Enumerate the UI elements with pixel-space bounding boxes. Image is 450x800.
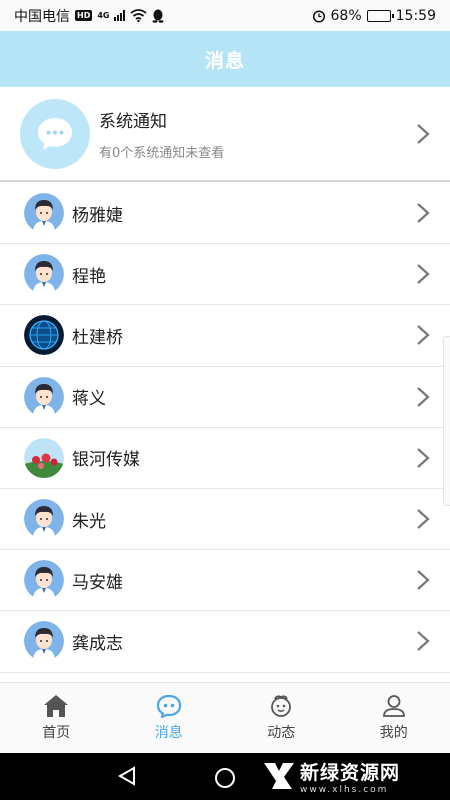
contact-name: 龚成志 <box>72 633 123 654</box>
contact-list: 杨雅婕程艳杜建桥蒋义银河传媒朱光马安雄龚成志 <box>0 183 450 673</box>
contact-row[interactable]: 龚成志 <box>0 611 450 673</box>
avatar <box>24 499 64 540</box>
chevron-right-icon <box>417 448 430 468</box>
contact-row[interactable]: 程艳 <box>0 244 450 306</box>
bottom-tab-bar: 首页 消息 动态 我的 <box>0 682 450 753</box>
chat-bubble-icon <box>20 98 90 169</box>
system-notice-subtitle: 有0个系统通知未查看 <box>99 145 225 161</box>
contact-name: 杨雅婕 <box>72 205 123 226</box>
tab-moments[interactable]: 动态 <box>225 683 338 753</box>
tab-label-moments: 动态 <box>267 725 296 741</box>
message-icon <box>156 694 181 718</box>
clock-time: 15:59 <box>395 7 436 24</box>
home-icon <box>44 695 69 717</box>
watermark-url: www.xlhs.com <box>300 784 389 795</box>
watermark-logo <box>264 763 294 789</box>
profile-icon <box>382 695 405 717</box>
alarm-icon <box>312 9 325 23</box>
contact-row[interactable]: 杨雅婕 <box>0 183 450 245</box>
chevron-right-icon <box>417 386 430 407</box>
avatar <box>24 315 64 356</box>
contact-row[interactable]: 银河传媒 <box>0 427 450 489</box>
contact-row[interactable]: 朱光 <box>0 488 450 551</box>
contact-name: 蒋义 <box>72 389 106 410</box>
contact-row[interactable]: 杜建桥 <box>0 305 450 367</box>
carrier-label: 中国电信 <box>14 8 70 25</box>
tab-label-profile: 我的 <box>379 725 408 741</box>
contact-name: 马安雄 <box>72 572 123 593</box>
tab-label-messages: 消息 <box>154 725 183 741</box>
signal-icon <box>114 10 126 21</box>
avatar <box>24 560 64 601</box>
contact-name: 杜建桥 <box>72 327 123 348</box>
battery-icon <box>366 9 394 22</box>
contact-row[interactable]: 蒋义 <box>0 366 450 428</box>
avatar <box>24 193 64 234</box>
back-icon[interactable] <box>117 766 137 786</box>
scroll-indicator[interactable] <box>443 336 450 506</box>
contact-name: 银河传媒 <box>72 450 140 471</box>
contact-name: 程艳 <box>72 266 106 287</box>
battery-percent: 68% <box>330 7 362 24</box>
chevron-right-icon <box>417 123 430 144</box>
chevron-right-icon <box>417 570 430 591</box>
chevron-right-icon <box>417 325 430 346</box>
avatar <box>24 437 64 478</box>
contact-name: 朱光 <box>72 511 106 532</box>
wifi-icon <box>130 9 148 22</box>
chevron-right-icon <box>417 509 430 529</box>
hd-badge: HD <box>75 10 93 21</box>
avatar <box>24 621 64 662</box>
tab-home[interactable]: 首页 <box>0 683 113 753</box>
header-bar: 消息 <box>0 31 450 87</box>
moments-icon <box>271 695 292 717</box>
chevron-right-icon <box>417 203 430 223</box>
tab-profile[interactable]: 我的 <box>338 683 450 753</box>
tab-messages[interactable]: 消息 <box>113 683 226 753</box>
status-bar: 中国电信 HD 4G 68% 15:59 <box>0 0 450 31</box>
network-type-label: 4G <box>97 11 110 20</box>
page-title: 消息 <box>204 49 245 72</box>
chevron-right-icon <box>417 264 430 285</box>
system-notice-row[interactable]: 系统通知 有0个系统通知未查看 <box>0 87 450 182</box>
tab-label-home: 首页 <box>42 725 71 741</box>
system-notice-title: 系统通知 <box>99 111 167 132</box>
avatar <box>24 254 64 295</box>
avatar <box>24 376 64 417</box>
watermark: 新绿资源网 www.xlhs.com <box>262 752 400 800</box>
home-circle-icon[interactable] <box>214 767 236 789</box>
qq-penguin-icon <box>152 9 164 23</box>
contact-row[interactable]: 马安雄 <box>0 550 450 612</box>
chevron-right-icon <box>417 631 430 652</box>
watermark-title: 新绿资源网 <box>300 761 401 784</box>
